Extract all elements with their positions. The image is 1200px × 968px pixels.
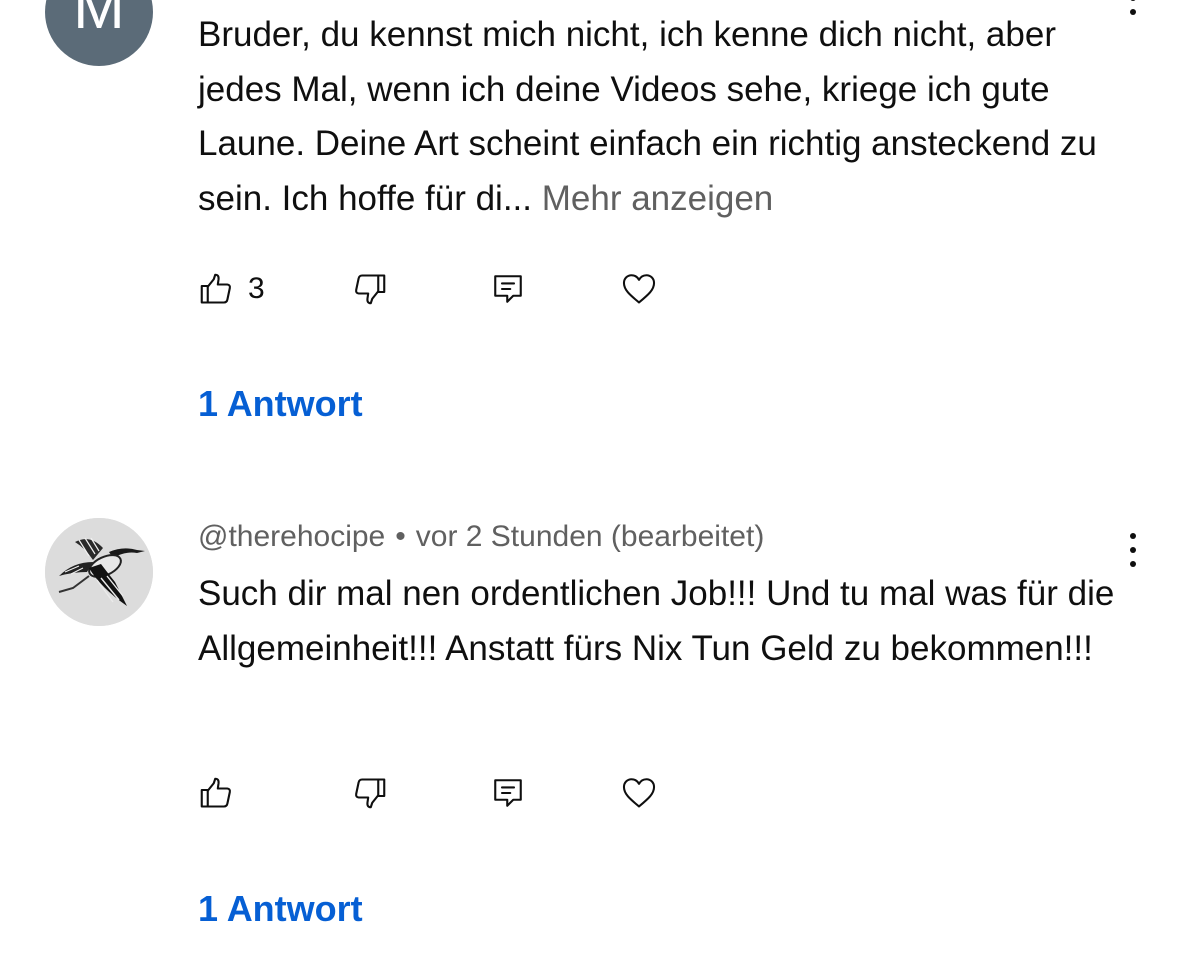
timestamp: vor 2 Stunden (bearbeitet) [415,520,765,553]
dislike-button[interactable] [352,770,388,816]
thumbs-up-icon [198,775,234,811]
replies-link[interactable]: 1 Antwort [198,888,363,930]
avatar[interactable]: M [45,0,153,66]
heart-button[interactable] [620,770,658,816]
reply-button[interactable] [490,266,526,312]
avatar[interactable] [45,518,153,626]
comment-item: M Bruder, du kennst mich nicht, ich kenn… [0,0,1200,470]
like-button[interactable]: 3 [198,266,265,312]
comment-text: Bruder, du kennst mich nicht, ich kenne … [198,8,1123,226]
stork-avatar-image [45,518,153,626]
like-count: 3 [248,272,265,305]
comment-meta: @therehocipe • vor 2 Stunden (bearbeitet) [198,520,764,554]
like-button[interactable] [198,770,234,816]
heart-icon [620,774,658,812]
author-name[interactable]: @therehocipe [198,520,385,553]
dislike-button[interactable] [352,266,388,312]
thumbs-down-icon [352,271,388,307]
replies-link[interactable]: 1 Antwort [198,383,363,425]
comment-actions [198,770,698,816]
read-more-link[interactable]: Mehr anzeigen [542,179,774,218]
reply-icon [490,775,526,811]
heart-icon [620,270,658,308]
avatar-letter: M [73,0,125,42]
reply-icon [490,271,526,307]
comment-text: Such dir mal nen ordentlichen Job!!! Und… [198,574,1115,668]
heart-button[interactable] [620,266,658,312]
comment-item: @therehocipe • vor 2 Stunden (bearbeitet) … [0,470,1200,968]
thumbs-up-icon [198,271,234,307]
more-vertical-icon [1130,533,1136,539]
thumbs-down-icon [352,775,388,811]
reply-button[interactable] [490,770,526,816]
meta-separator: • [395,520,406,553]
comment-actions: 3 [198,266,698,312]
